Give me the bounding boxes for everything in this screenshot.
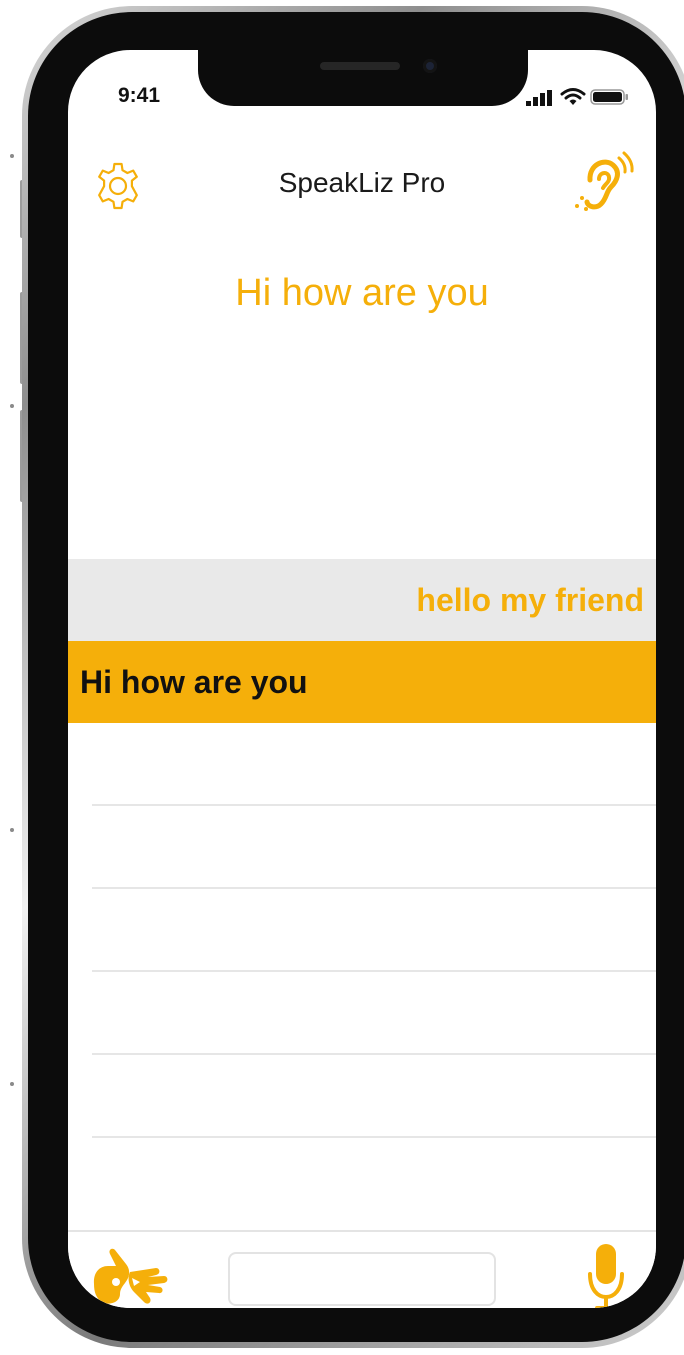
phone-bezel: 9:41 SpeakLiz Pro Hi how are you hello m…	[28, 12, 684, 1342]
ear-hearing-icon	[575, 151, 634, 211]
cellular-signal-icon	[526, 90, 552, 106]
received-message: hello my friend	[68, 559, 656, 641]
bottom-bar	[68, 1230, 656, 1308]
empty-row-line	[92, 723, 656, 806]
empty-row-line	[92, 1055, 656, 1138]
status-time: 9:41	[118, 84, 161, 107]
background-dot	[10, 828, 14, 832]
sign-language-hands-icon	[93, 1248, 168, 1304]
live-transcript-text: Hi how are you	[235, 272, 489, 314]
earpiece-speaker	[320, 62, 400, 70]
microphone-button[interactable]	[586, 1240, 626, 1308]
empty-row-line	[92, 806, 656, 889]
front-camera	[423, 59, 437, 73]
status-icons	[526, 86, 630, 108]
background-dot	[10, 1082, 14, 1086]
battery-icon	[590, 89, 628, 105]
empty-row-line	[92, 972, 656, 1055]
sign-language-button[interactable]	[90, 1242, 174, 1308]
phone-frame: 9:41 SpeakLiz Pro Hi how are you hello m…	[22, 6, 684, 1348]
sent-message: Hi how are you	[68, 641, 656, 723]
wifi-icon	[560, 88, 586, 105]
notch	[198, 50, 528, 106]
empty-row-line	[92, 889, 656, 972]
background-dot	[10, 404, 14, 408]
page: 9:41 SpeakLiz Pro Hi how are you hello m…	[0, 0, 684, 1355]
microphone-icon	[588, 1244, 624, 1308]
app-title: SpeakLiz Pro	[278, 167, 446, 198]
app-screen: 9:41 SpeakLiz Pro Hi how are you hello m…	[68, 50, 656, 1308]
message-input[interactable]	[228, 1252, 496, 1306]
conversation-list: hello my friend Hi how are you	[68, 559, 656, 1138]
hearing-button[interactable]	[572, 150, 636, 216]
background-dot	[10, 154, 14, 158]
